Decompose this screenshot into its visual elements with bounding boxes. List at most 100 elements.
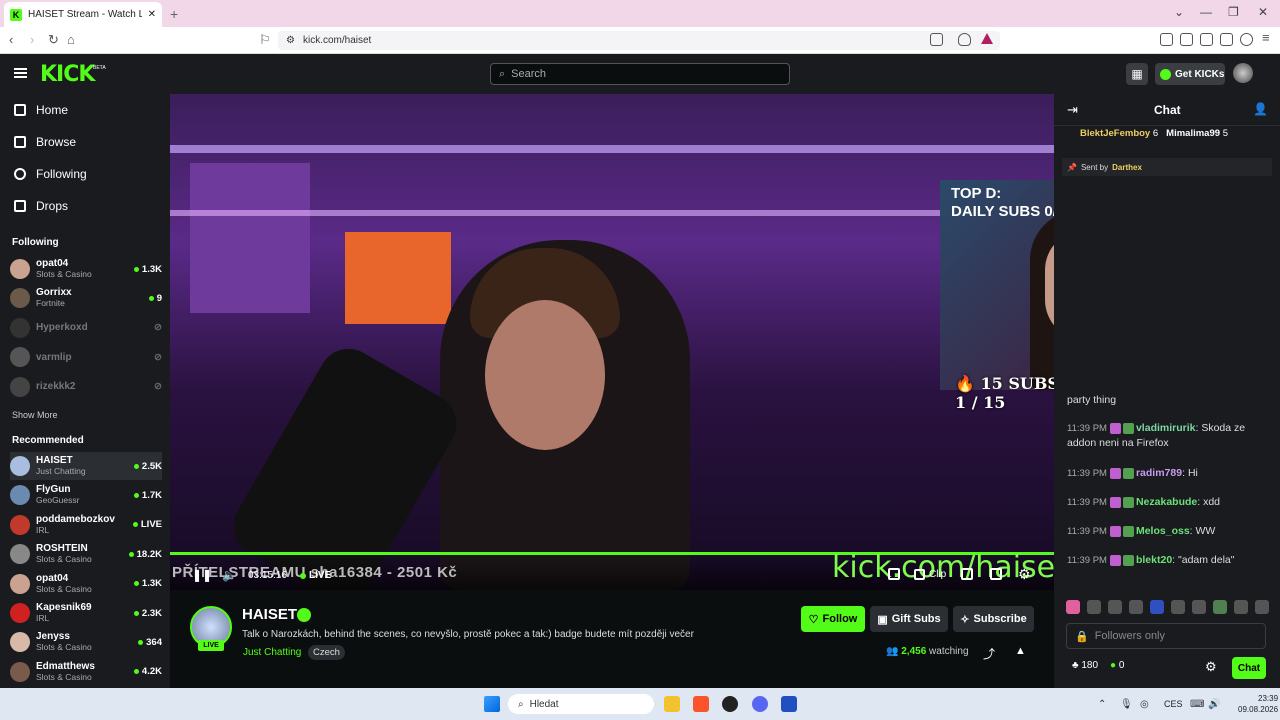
follow-button[interactable]: ♡ Follow [801, 606, 865, 632]
channel-category: Fortnite [36, 298, 65, 309]
tray-overflow-icon[interactable]: ⌃ [1098, 699, 1106, 710]
stream-category[interactable]: Just Chatting [243, 647, 301, 658]
following-channel[interactable]: Hyperkoxd ⊘ [10, 314, 162, 342]
recommended-channel[interactable]: poddamebozkov IRL LIVE [10, 511, 162, 539]
chat-settings-icon[interactable]: ⚙ [1205, 659, 1217, 675]
kicks-balance[interactable]: ● 0 [1110, 660, 1124, 671]
leo-icon[interactable] [1220, 33, 1233, 46]
maximize-icon[interactable]: ❐ [1228, 5, 1239, 19]
site-info-icon[interactable]: ⚙ [286, 35, 295, 46]
menu-icon[interactable]: ≡ [1262, 30, 1270, 45]
chat-username[interactable]: blekt20 [1136, 554, 1172, 566]
wallet-icon[interactable] [1200, 33, 1213, 46]
dashboard-button[interactable]: ▦ [1126, 63, 1148, 85]
brave-browser-icon[interactable] [693, 696, 709, 712]
recommended-channel[interactable]: Edmatthews Slots & Casino 4.2K [10, 658, 162, 686]
media-icon[interactable] [1160, 33, 1173, 46]
following-channel[interactable]: rizekkk2 ⊘ [10, 373, 162, 401]
chat-send-button[interactable]: Chat [1232, 657, 1266, 679]
stream-tag[interactable]: Czech [308, 645, 345, 660]
url-field[interactable]: ⚙ kick.com/haiset [278, 31, 1000, 50]
taskbar-clock[interactable]: 23:39 09.08.2026 [1238, 693, 1278, 715]
show-more-link[interactable]: Show More [12, 410, 58, 420]
microphone-icon[interactable]: 🎙 [1120, 699, 1133, 710]
recommended-channel[interactable]: Kapesnik69 IRL 2.3K [10, 599, 162, 627]
minimize-icon[interactable]: — [1200, 5, 1212, 19]
close-window-icon[interactable]: ✕ [1258, 5, 1268, 19]
obs-icon[interactable] [722, 696, 738, 712]
chat-username[interactable]: vladimirurik [1136, 422, 1196, 434]
chat-username[interactable]: Nezakabude [1136, 496, 1197, 508]
chat-input[interactable]: 🔒 Followers only [1066, 623, 1266, 649]
gift-subs-button[interactable]: ▣ Gift Subs [870, 606, 948, 632]
emote-icon[interactable] [1171, 600, 1185, 614]
home-icon[interactable]: ⌂ [67, 32, 75, 47]
get-kicks-button[interactable]: Get KICKs [1155, 63, 1225, 85]
volume-icon[interactable]: 🔈 [222, 568, 237, 582]
app-icon[interactable] [781, 696, 797, 712]
fullscreen-icon[interactable] [990, 568, 1002, 580]
recommended-channel[interactable]: FlyGun GeoGuessr 1.7K [10, 481, 162, 509]
theater-mode-icon[interactable] [961, 568, 973, 580]
settings-icon[interactable]: ⚙ [1018, 566, 1031, 583]
tab-list-icon[interactable]: ⌄ [1174, 5, 1184, 19]
tray-app-icon[interactable]: ◎ [1140, 699, 1149, 710]
forward-icon[interactable]: › [30, 32, 34, 47]
vpn-icon[interactable] [1240, 33, 1253, 46]
discord-icon[interactable] [752, 696, 768, 712]
emote-icon[interactable] [1234, 600, 1248, 614]
nav-home[interactable]: Home [14, 101, 68, 119]
brave-shield-icon[interactable] [958, 33, 971, 46]
recommended-channel[interactable]: opat04 Slots & Casino 1.3K [10, 570, 162, 598]
channel-points[interactable]: ♣ 180 [1072, 660, 1098, 671]
sidebar-icon[interactable] [1180, 33, 1193, 46]
search-input[interactable]: ⌕ Search [490, 63, 790, 85]
recommended-channel[interactable]: ROSHTEIN Slots & Casino 18.2K [10, 540, 162, 568]
emote-icon[interactable] [1255, 600, 1269, 614]
browser-tab[interactable]: K HAISET Stream - Watch Live o ✕ [4, 2, 162, 27]
following-channel[interactable]: varmlip ⊘ [10, 343, 162, 371]
recommended-channel[interactable]: Jenyss Slots & Casino 364 [10, 628, 162, 656]
network-icon[interactable]: ⌨ [1190, 699, 1204, 710]
nav-following[interactable]: Following [14, 165, 87, 183]
miniplayer-icon[interactable] [888, 568, 900, 580]
emote-icon[interactable] [1087, 600, 1101, 614]
pause-icon[interactable]: ❚❚ [192, 568, 212, 582]
emote-icon[interactable] [1150, 600, 1164, 614]
keyboard-language[interactable]: CES [1164, 699, 1183, 709]
back-icon[interactable]: ‹ [9, 32, 13, 47]
kick-logo[interactable]: KICK [40, 62, 95, 87]
bookmark-icon[interactable]: ⚐ [259, 32, 271, 48]
report-icon[interactable]: ▲ [1015, 645, 1026, 657]
chat-username[interactable]: radim789 [1136, 467, 1182, 479]
windows-start-icon[interactable] [484, 696, 500, 712]
following-channel[interactable]: opat04 Slots & Casino 1.3K [10, 255, 162, 283]
new-tab-icon[interactable]: + [170, 6, 178, 22]
reload-icon[interactable]: ↻ [48, 32, 59, 48]
chat-username[interactable]: Melos_oss [1136, 525, 1190, 537]
share-icon[interactable]: ⤴ [983, 645, 995, 662]
nav-drops[interactable]: Drops [14, 197, 68, 215]
nav-browse[interactable]: Browse [14, 133, 76, 151]
speaker-icon[interactable]: 🔊 [1208, 699, 1220, 710]
chat-badge-icon [1109, 467, 1121, 479]
recommended-channel[interactable]: HAISET Just Chatting 2.5K [10, 452, 162, 480]
chat-users-icon[interactable]: 👤 [1253, 102, 1268, 116]
emote-heart-icon[interactable] [1066, 600, 1080, 614]
emote-icon[interactable] [1108, 600, 1122, 614]
clip-button[interactable]: Clip [914, 569, 946, 580]
taskbar-search[interactable]: ⌕ Hledat [508, 694, 654, 714]
emote-icon[interactable] [1213, 600, 1227, 614]
user-avatar[interactable] [1233, 63, 1253, 83]
following-channel[interactable]: Gorrixx Fortnite 9 [10, 284, 162, 312]
channel-name[interactable]: HAISET [242, 606, 297, 623]
file-explorer-icon[interactable] [664, 696, 680, 712]
collapse-chat-icon[interactable]: ⇥ [1067, 102, 1078, 118]
translate-icon[interactable] [930, 33, 943, 46]
hamburger-menu-icon[interactable] [14, 68, 27, 78]
brave-rewards-icon[interactable] [981, 33, 993, 44]
emote-icon[interactable] [1129, 600, 1143, 614]
subscribe-button[interactable]: ✧ Subscribe [953, 606, 1034, 632]
close-tab-icon[interactable]: ✕ [148, 9, 156, 20]
emote-icon[interactable] [1192, 600, 1206, 614]
